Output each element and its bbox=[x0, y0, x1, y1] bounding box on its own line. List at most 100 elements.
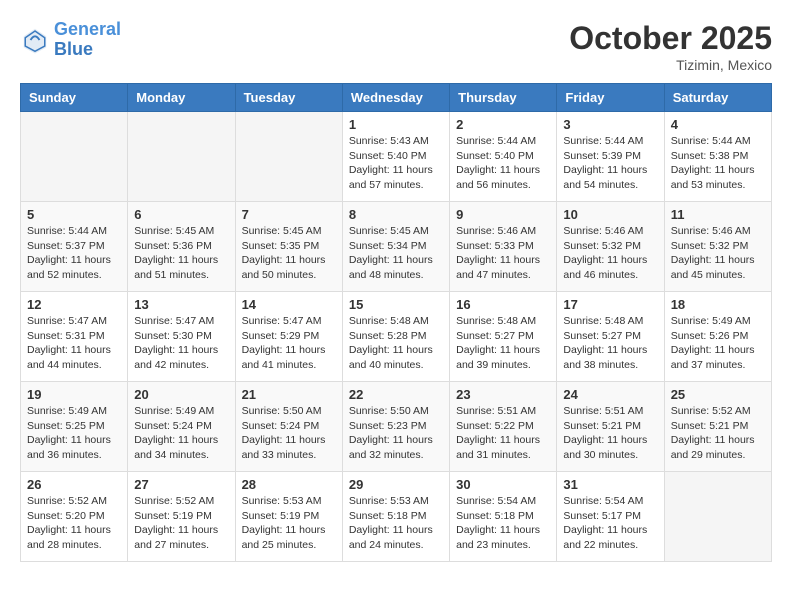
day-number: 5 bbox=[27, 207, 121, 222]
logo: General Blue bbox=[20, 20, 121, 60]
day-cell: 18 Sunrise: 5:49 AM Sunset: 5:26 PM Dayli… bbox=[664, 292, 771, 382]
logo-icon bbox=[20, 25, 50, 55]
day-info: Sunrise: 5:48 AM Sunset: 5:27 PM Dayligh… bbox=[563, 314, 657, 373]
day-info: Sunrise: 5:44 AM Sunset: 5:38 PM Dayligh… bbox=[671, 134, 765, 193]
day-number: 17 bbox=[563, 297, 657, 312]
day-cell: 6 Sunrise: 5:45 AM Sunset: 5:36 PM Daylig… bbox=[128, 202, 235, 292]
weekday-header-sunday: Sunday bbox=[21, 84, 128, 112]
month-title: October 2025 bbox=[569, 20, 772, 57]
location: Tizimin, Mexico bbox=[569, 57, 772, 73]
weekday-header-friday: Friday bbox=[557, 84, 664, 112]
day-info: Sunrise: 5:49 AM Sunset: 5:26 PM Dayligh… bbox=[671, 314, 765, 373]
day-info: Sunrise: 5:44 AM Sunset: 5:37 PM Dayligh… bbox=[27, 224, 121, 283]
day-cell: 7Sunrise: 5:45 AM Sunset: 5:35 PM Daylig… bbox=[235, 202, 342, 292]
day-number: 9 bbox=[456, 207, 550, 222]
day-number: 1 bbox=[349, 117, 443, 132]
day-cell: 17 Sunrise: 5:48 AM Sunset: 5:27 PM Dayli… bbox=[557, 292, 664, 382]
day-info: Sunrise: 5:48 AM Sunset: 5:27 PM Dayligh… bbox=[456, 314, 550, 373]
day-number: 21 bbox=[242, 387, 336, 402]
weekday-header-wednesday: Wednesday bbox=[342, 84, 449, 112]
day-cell: 3 Sunrise: 5:44 AM Sunset: 5:39 PM Daylig… bbox=[557, 112, 664, 202]
weekday-header-monday: Monday bbox=[128, 84, 235, 112]
day-cell: 22 Sunrise: 5:50 AM Sunset: 5:23 PM Dayli… bbox=[342, 382, 449, 472]
week-row-2: 5 Sunrise: 5:44 AM Sunset: 5:37 PM Daylig… bbox=[21, 202, 772, 292]
day-info: Sunrise: 5:51 AM Sunset: 5:22 PM Dayligh… bbox=[456, 404, 550, 463]
day-number: 14 bbox=[242, 297, 336, 312]
day-cell bbox=[128, 112, 235, 202]
day-number: 27 bbox=[134, 477, 228, 492]
day-number: 7 bbox=[242, 207, 336, 222]
day-info: Sunrise: 5:47 AM Sunset: 5:29 PM Dayligh… bbox=[242, 314, 336, 373]
logo-text: General Blue bbox=[54, 20, 121, 60]
day-info: Sunrise: 5:50 AM Sunset: 5:24 PM Dayligh… bbox=[242, 404, 336, 463]
day-number: 3 bbox=[563, 117, 657, 132]
day-info: Sunrise: 5:50 AM Sunset: 5:23 PM Dayligh… bbox=[349, 404, 443, 463]
day-number: 23 bbox=[456, 387, 550, 402]
day-cell: 10Sunrise: 5:46 AM Sunset: 5:32 PM Dayli… bbox=[557, 202, 664, 292]
day-cell: 13Sunrise: 5:47 AM Sunset: 5:30 PM Dayli… bbox=[128, 292, 235, 382]
day-cell: 29Sunrise: 5:53 AM Sunset: 5:18 PM Dayli… bbox=[342, 472, 449, 562]
day-info: Sunrise: 5:46 AM Sunset: 5:32 PM Dayligh… bbox=[671, 224, 765, 283]
day-cell: 31Sunrise: 5:54 AM Sunset: 5:17 PM Dayli… bbox=[557, 472, 664, 562]
day-info: Sunrise: 5:44 AM Sunset: 5:39 PM Dayligh… bbox=[563, 134, 657, 193]
day-cell: 8 Sunrise: 5:45 AM Sunset: 5:34 PM Daylig… bbox=[342, 202, 449, 292]
weekday-header-tuesday: Tuesday bbox=[235, 84, 342, 112]
day-cell: 19Sunrise: 5:49 AM Sunset: 5:25 PM Dayli… bbox=[21, 382, 128, 472]
day-number: 25 bbox=[671, 387, 765, 402]
day-number: 10 bbox=[563, 207, 657, 222]
day-cell bbox=[664, 472, 771, 562]
day-cell: 2 Sunrise: 5:44 AM Sunset: 5:40 PM Daylig… bbox=[450, 112, 557, 202]
day-info: Sunrise: 5:53 AM Sunset: 5:19 PM Dayligh… bbox=[242, 494, 336, 553]
week-row-3: 12 Sunrise: 5:47 AM Sunset: 5:31 PM Dayli… bbox=[21, 292, 772, 382]
day-cell: 16 Sunrise: 5:48 AM Sunset: 5:27 PM Dayli… bbox=[450, 292, 557, 382]
weekday-header-row: SundayMondayTuesdayWednesdayThursdayFrid… bbox=[21, 84, 772, 112]
day-info: Sunrise: 5:44 AM Sunset: 5:40 PM Dayligh… bbox=[456, 134, 550, 193]
day-cell: 11 Sunrise: 5:46 AM Sunset: 5:32 PM Dayli… bbox=[664, 202, 771, 292]
day-cell: 1 Sunrise: 5:43 AM Sunset: 5:40 PM Daylig… bbox=[342, 112, 449, 202]
logo-line2: Blue bbox=[54, 39, 93, 59]
day-cell: 15Sunrise: 5:48 AM Sunset: 5:28 PM Dayli… bbox=[342, 292, 449, 382]
day-cell: 23 Sunrise: 5:51 AM Sunset: 5:22 PM Dayli… bbox=[450, 382, 557, 472]
day-number: 16 bbox=[456, 297, 550, 312]
day-number: 20 bbox=[134, 387, 228, 402]
day-cell: 27 Sunrise: 5:52 AM Sunset: 5:19 PM Dayli… bbox=[128, 472, 235, 562]
day-cell: 28Sunrise: 5:53 AM Sunset: 5:19 PM Dayli… bbox=[235, 472, 342, 562]
day-number: 19 bbox=[27, 387, 121, 402]
week-row-5: 26 Sunrise: 5:52 AM Sunset: 5:20 PM Dayli… bbox=[21, 472, 772, 562]
day-cell: 5 Sunrise: 5:44 AM Sunset: 5:37 PM Daylig… bbox=[21, 202, 128, 292]
day-cell: 26 Sunrise: 5:52 AM Sunset: 5:20 PM Dayli… bbox=[21, 472, 128, 562]
day-number: 4 bbox=[671, 117, 765, 132]
title-block: October 2025 Tizimin, Mexico bbox=[569, 20, 772, 73]
day-number: 18 bbox=[671, 297, 765, 312]
day-cell: 30Sunrise: 5:54 AM Sunset: 5:18 PM Dayli… bbox=[450, 472, 557, 562]
day-cell: 9Sunrise: 5:46 AM Sunset: 5:33 PM Daylig… bbox=[450, 202, 557, 292]
day-info: Sunrise: 5:49 AM Sunset: 5:24 PM Dayligh… bbox=[134, 404, 228, 463]
day-info: Sunrise: 5:43 AM Sunset: 5:40 PM Dayligh… bbox=[349, 134, 443, 193]
day-number: 22 bbox=[349, 387, 443, 402]
day-info: Sunrise: 5:52 AM Sunset: 5:21 PM Dayligh… bbox=[671, 404, 765, 463]
page-header: General Blue October 2025 Tizimin, Mexic… bbox=[20, 20, 772, 73]
day-number: 8 bbox=[349, 207, 443, 222]
day-info: Sunrise: 5:47 AM Sunset: 5:31 PM Dayligh… bbox=[27, 314, 121, 373]
day-number: 6 bbox=[134, 207, 228, 222]
day-info: Sunrise: 5:45 AM Sunset: 5:34 PM Dayligh… bbox=[349, 224, 443, 283]
day-number: 2 bbox=[456, 117, 550, 132]
week-row-4: 19Sunrise: 5:49 AM Sunset: 5:25 PM Dayli… bbox=[21, 382, 772, 472]
week-row-1: 1 Sunrise: 5:43 AM Sunset: 5:40 PM Daylig… bbox=[21, 112, 772, 202]
day-info: Sunrise: 5:51 AM Sunset: 5:21 PM Dayligh… bbox=[563, 404, 657, 463]
day-info: Sunrise: 5:54 AM Sunset: 5:18 PM Dayligh… bbox=[456, 494, 550, 553]
logo-line1: General bbox=[54, 19, 121, 39]
day-cell: 20 Sunrise: 5:49 AM Sunset: 5:24 PM Dayli… bbox=[128, 382, 235, 472]
day-number: 24 bbox=[563, 387, 657, 402]
day-number: 12 bbox=[27, 297, 121, 312]
day-info: Sunrise: 5:47 AM Sunset: 5:30 PM Dayligh… bbox=[134, 314, 228, 373]
day-info: Sunrise: 5:54 AM Sunset: 5:17 PM Dayligh… bbox=[563, 494, 657, 553]
day-number: 11 bbox=[671, 207, 765, 222]
day-info: Sunrise: 5:52 AM Sunset: 5:19 PM Dayligh… bbox=[134, 494, 228, 553]
day-info: Sunrise: 5:52 AM Sunset: 5:20 PM Dayligh… bbox=[27, 494, 121, 553]
day-number: 26 bbox=[27, 477, 121, 492]
day-info: Sunrise: 5:53 AM Sunset: 5:18 PM Dayligh… bbox=[349, 494, 443, 553]
day-info: Sunrise: 5:45 AM Sunset: 5:36 PM Dayligh… bbox=[134, 224, 228, 283]
day-cell bbox=[21, 112, 128, 202]
day-cell: 4 Sunrise: 5:44 AM Sunset: 5:38 PM Daylig… bbox=[664, 112, 771, 202]
